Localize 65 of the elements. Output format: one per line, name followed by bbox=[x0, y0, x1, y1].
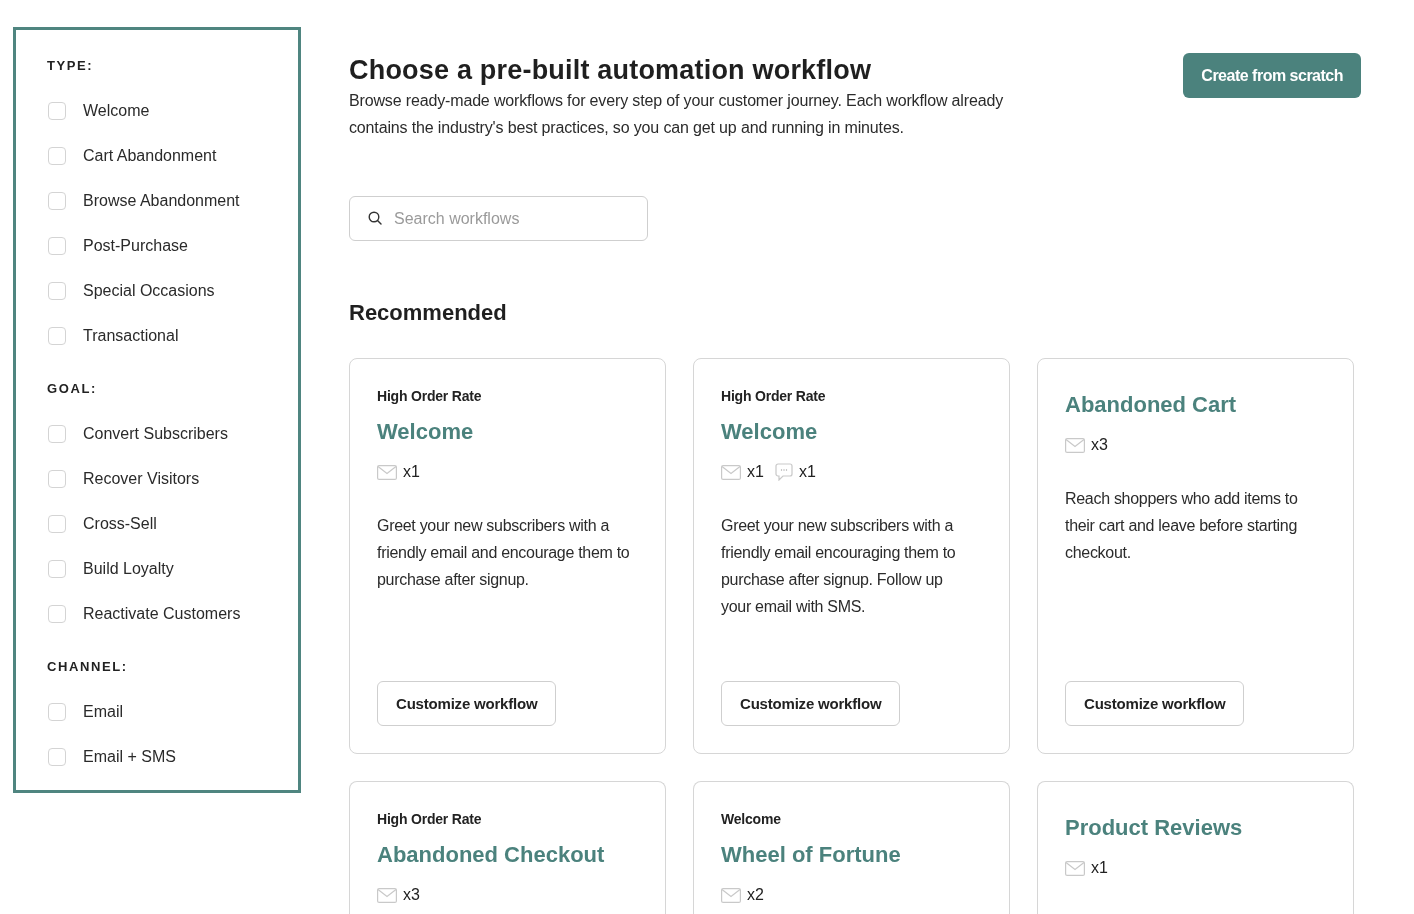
checkbox[interactable] bbox=[48, 702, 66, 721]
envelope-icon bbox=[1065, 860, 1085, 876]
chat-bubble-icon bbox=[774, 463, 793, 481]
filter-option-label[interactable]: Browse Abandonment bbox=[83, 191, 240, 210]
filter-heading: GOAL: bbox=[47, 381, 98, 397]
card-tag: High Order Rate bbox=[377, 387, 482, 405]
card-title: Welcome bbox=[721, 418, 818, 446]
checkbox[interactable] bbox=[48, 604, 66, 623]
checkbox[interactable] bbox=[48, 559, 66, 578]
filter-heading: CHANNEL: bbox=[47, 659, 129, 675]
section-heading: Recommended bbox=[349, 299, 508, 327]
filter-option-label[interactable]: Email bbox=[83, 702, 123, 721]
customize-workflow-button[interactable]: Customize workflow bbox=[721, 681, 901, 726]
filter-option-label[interactable]: Recover Visitors bbox=[83, 469, 200, 488]
card-description: Greet your new subscribers with a friendly email encouraging them to purchase after signup. Follow up your email with SMS. bbox=[721, 516, 957, 617]
filter-option-label[interactable]: Cart Abandonment bbox=[83, 146, 217, 165]
card-tag: Welcome bbox=[721, 810, 781, 828]
envelope-icon bbox=[721, 464, 741, 480]
message-count: x1 bbox=[1091, 859, 1108, 877]
message-count: x3 bbox=[403, 886, 420, 904]
message-count: x3 bbox=[1091, 436, 1108, 454]
message-count: x2 bbox=[747, 886, 764, 904]
filter-heading: TYPE: bbox=[47, 58, 95, 74]
checkbox[interactable] bbox=[48, 424, 66, 443]
message-count: x1 bbox=[747, 463, 764, 481]
checkbox[interactable] bbox=[48, 747, 66, 766]
message-count: x1 bbox=[798, 463, 816, 481]
create-from-scratch-button[interactable]: Create from scratch bbox=[1183, 53, 1361, 98]
card-title: Wheel of Fortune bbox=[721, 841, 901, 869]
page-description: Browse ready-made workflows for every step of your customer journey. Each workflow already contains the industry's best practices, so you can get up and running in minutes. bbox=[349, 91, 1005, 138]
checkbox[interactable] bbox=[48, 281, 66, 300]
filter-option-label[interactable]: Cross-Sell bbox=[83, 514, 157, 533]
checkbox[interactable] bbox=[48, 146, 66, 165]
card-description: Greet your new subscribers with a friendly email and encourage them to purchase after signup. bbox=[377, 516, 631, 590]
checkbox[interactable] bbox=[48, 236, 66, 255]
search-icon bbox=[368, 211, 382, 225]
customize-workflow-button[interactable]: Customize workflow bbox=[377, 681, 557, 726]
card-title: Welcome bbox=[377, 418, 474, 446]
checkbox[interactable] bbox=[48, 326, 66, 345]
checkbox[interactable] bbox=[48, 469, 66, 488]
card-tag: High Order Rate bbox=[721, 387, 826, 405]
page-title: Choose a pre-built automation workflow bbox=[349, 54, 873, 87]
filter-option-label[interactable]: Convert Subscribers bbox=[83, 424, 228, 443]
search-field[interactable]: Search workflows bbox=[349, 196, 648, 241]
card-title: Abandoned Checkout bbox=[377, 841, 605, 869]
filter-option-label[interactable]: Reactivate Customers bbox=[83, 604, 241, 623]
envelope-icon bbox=[377, 464, 397, 480]
message-count: x1 bbox=[403, 463, 420, 481]
card-title: Abandoned Cart bbox=[1065, 391, 1237, 419]
filter-option-label[interactable]: Post-Purchase bbox=[83, 236, 188, 255]
filter-option-label[interactable]: Welcome bbox=[83, 101, 150, 120]
checkbox[interactable] bbox=[48, 101, 66, 120]
filter-option-label[interactable]: Transactional bbox=[83, 326, 179, 345]
envelope-icon bbox=[721, 887, 741, 903]
card-tag: High Order Rate bbox=[377, 810, 482, 828]
checkbox[interactable] bbox=[48, 191, 66, 210]
filter-option-label[interactable]: Email + SMS bbox=[83, 747, 176, 766]
card-description: Reach shoppers who add items to their cart and leave before starting checkout. bbox=[1065, 489, 1299, 563]
customize-workflow-button[interactable]: Customize workflow bbox=[1065, 681, 1245, 726]
envelope-icon bbox=[377, 887, 397, 903]
envelope-icon bbox=[1065, 437, 1085, 453]
filter-option-label[interactable]: Special Occasions bbox=[83, 281, 215, 300]
filter-option-label[interactable]: Build Loyalty bbox=[83, 559, 174, 578]
card-title: Product Reviews bbox=[1065, 814, 1243, 842]
checkbox[interactable] bbox=[48, 514, 66, 533]
